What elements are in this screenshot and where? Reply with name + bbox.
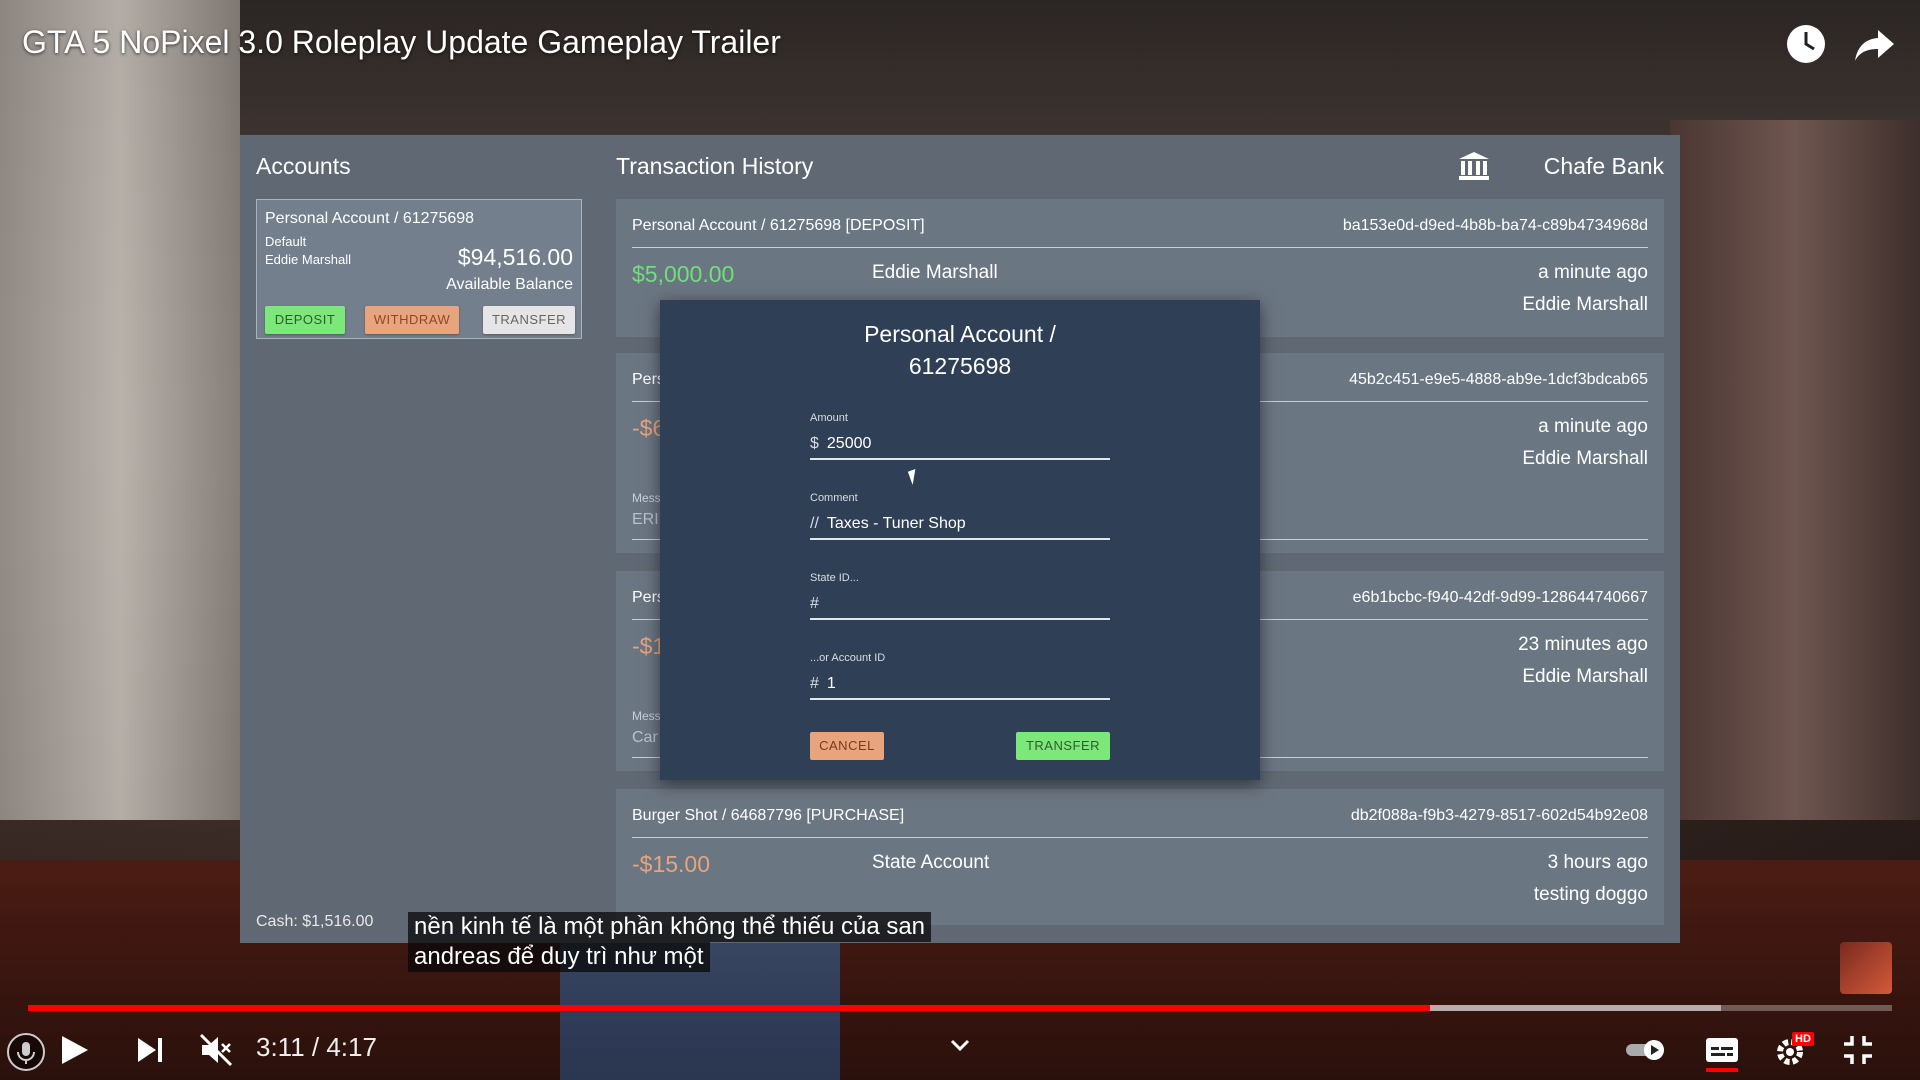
subtitle-line: andreas để duy trì như một (408, 942, 710, 972)
amount-field: Amount $ (810, 412, 1110, 460)
transaction-time: 23 minutes ago (1518, 634, 1648, 655)
bank-icon (1458, 151, 1490, 181)
player-controls: 3:11 / 4:17 HD (0, 1020, 1920, 1080)
settings-gear-icon[interactable]: HD (1772, 1030, 1814, 1070)
mute-icon[interactable] (196, 1030, 236, 1070)
cash-balance: Cash: $1,516.00 (256, 913, 374, 930)
state-id-input[interactable] (826, 595, 1067, 613)
hash-prefix: # (810, 675, 819, 692)
transaction-message-label: Mess (632, 491, 661, 505)
comment-prefix: // (810, 515, 819, 532)
watch-later-icon[interactable] (1784, 22, 1828, 66)
bank-name: Chafe Bank (1543, 153, 1664, 179)
amount-row: $ (810, 430, 1110, 460)
background-window (1670, 120, 1920, 820)
subtitles: nền kinh tế là một phần không thể thiếu … (408, 912, 932, 972)
channel-avatar[interactable] (1840, 942, 1892, 994)
modal-title-line2: 61275698 (908, 353, 1012, 379)
transaction-user: Eddie Marshall (1522, 666, 1648, 687)
amount-input[interactable] (826, 435, 1067, 453)
background-pillar (0, 0, 240, 820)
hd-badge: HD (1792, 1032, 1814, 1046)
chevron-down-icon[interactable] (940, 1026, 980, 1066)
transaction-header: Burger Shot / 64687796 [PURCHASE] (632, 807, 905, 824)
account-default-label: Default (265, 234, 307, 249)
state-id-field: State ID... # (810, 572, 1110, 620)
confirm-transfer-button[interactable]: TRANSFER (1016, 732, 1110, 760)
cancel-button[interactable]: CANCEL (810, 732, 884, 760)
play-icon[interactable] (54, 1030, 94, 1070)
transaction-message: ERI (632, 511, 659, 528)
deposit-button[interactable]: DEPOSIT (265, 306, 345, 334)
account-id-row: # (810, 670, 1110, 700)
share-icon[interactable] (1852, 22, 1896, 66)
transaction-divider (632, 837, 1648, 838)
progress-bar[interactable] (28, 1005, 1892, 1011)
account-id-field: ...or Account ID # (810, 652, 1110, 700)
autoplay-toggle-icon[interactable] (1624, 1030, 1664, 1070)
transaction-divider (632, 247, 1648, 248)
account-balance-label: Available Balance (446, 276, 573, 293)
transaction-id: 45b2c451-e9e5-4888-ab9e-1dcf3bdcab65 (1349, 371, 1648, 388)
transaction-amount: -$15.00 (632, 851, 711, 877)
transfer-modal: Personal Account / 61275698 Amount $ Com… (660, 300, 1260, 780)
background-wall (240, 0, 1920, 140)
modal-title-line1: Personal Account / (864, 321, 1056, 347)
transaction-header: Personal Account / 61275698 [DEPOSIT] (632, 217, 925, 234)
amount-label: Amount (810, 412, 848, 424)
transaction-user: Eddie Marshall (1522, 294, 1648, 315)
state-id-row: # (810, 590, 1110, 620)
time-display: 3:11 / 4:17 (256, 1032, 377, 1062)
transaction-id: e6b1bcbc-f940-42df-9d99-128644740667 (1352, 589, 1648, 606)
subtitle-line: nền kinh tế là một phần không thể thiếu … (408, 912, 932, 942)
progress-played (28, 1005, 1430, 1011)
transfer-button[interactable]: TRANSFER (483, 306, 575, 334)
withdraw-button[interactable]: WITHDRAW (365, 306, 459, 334)
microphone-icon[interactable] (6, 1032, 46, 1072)
transaction-message: Car (632, 729, 658, 746)
transaction-id: ba153e0d-d9ed-4b8b-ba74-c89b4734968d (1342, 217, 1648, 234)
account-balance: $94,516.00 (457, 244, 573, 270)
comment-row: // (810, 510, 1110, 540)
modal-title: Personal Account / 61275698 (660, 318, 1260, 382)
transaction-party: State Account (872, 852, 990, 873)
transaction-message-label: Mess (632, 709, 661, 723)
comment-field: Comment // (810, 492, 1110, 540)
hash-prefix: # (810, 595, 819, 612)
transaction-id: db2f088a-f9b3-4279-8517-602d54b92e08 (1350, 807, 1648, 824)
video-title[interactable]: GTA 5 NoPixel 3.0 Roleplay Update Gamepl… (22, 24, 781, 61)
state-id-label: State ID... (810, 572, 859, 584)
account-id-input[interactable] (826, 675, 1067, 693)
account-name: Personal Account / 61275698 (265, 210, 475, 227)
accounts-column: Accounts Personal Account / 61275698 Def… (240, 135, 585, 943)
dollar-prefix: $ (810, 435, 819, 452)
transaction-user: Eddie Marshall (1522, 448, 1648, 469)
transaction-user: testing doggo (1533, 884, 1648, 905)
transaction-row[interactable]: Burger Shot / 64687796 [PURCHASE] db2f08… (616, 789, 1664, 925)
transaction-time: a minute ago (1538, 262, 1648, 283)
transaction-party: Eddie Marshall (872, 262, 998, 283)
transaction-history-title: Transaction History (616, 153, 814, 179)
captions-icon[interactable] (1702, 1030, 1742, 1072)
transaction-time: 3 hours ago (1547, 852, 1648, 873)
exit-fullscreen-icon[interactable] (1838, 1030, 1878, 1070)
account-id-label: ...or Account ID (810, 652, 886, 664)
comment-input[interactable] (826, 515, 1067, 533)
account-owner: Eddie Marshall (265, 252, 351, 267)
accounts-title: Accounts (256, 153, 351, 179)
account-card[interactable]: Personal Account / 61275698 Default Eddi… (256, 199, 582, 339)
transaction-time: a minute ago (1538, 416, 1648, 437)
comment-label: Comment (810, 492, 858, 504)
next-icon[interactable] (130, 1030, 170, 1070)
transaction-amount: $5,000.00 (632, 261, 735, 287)
